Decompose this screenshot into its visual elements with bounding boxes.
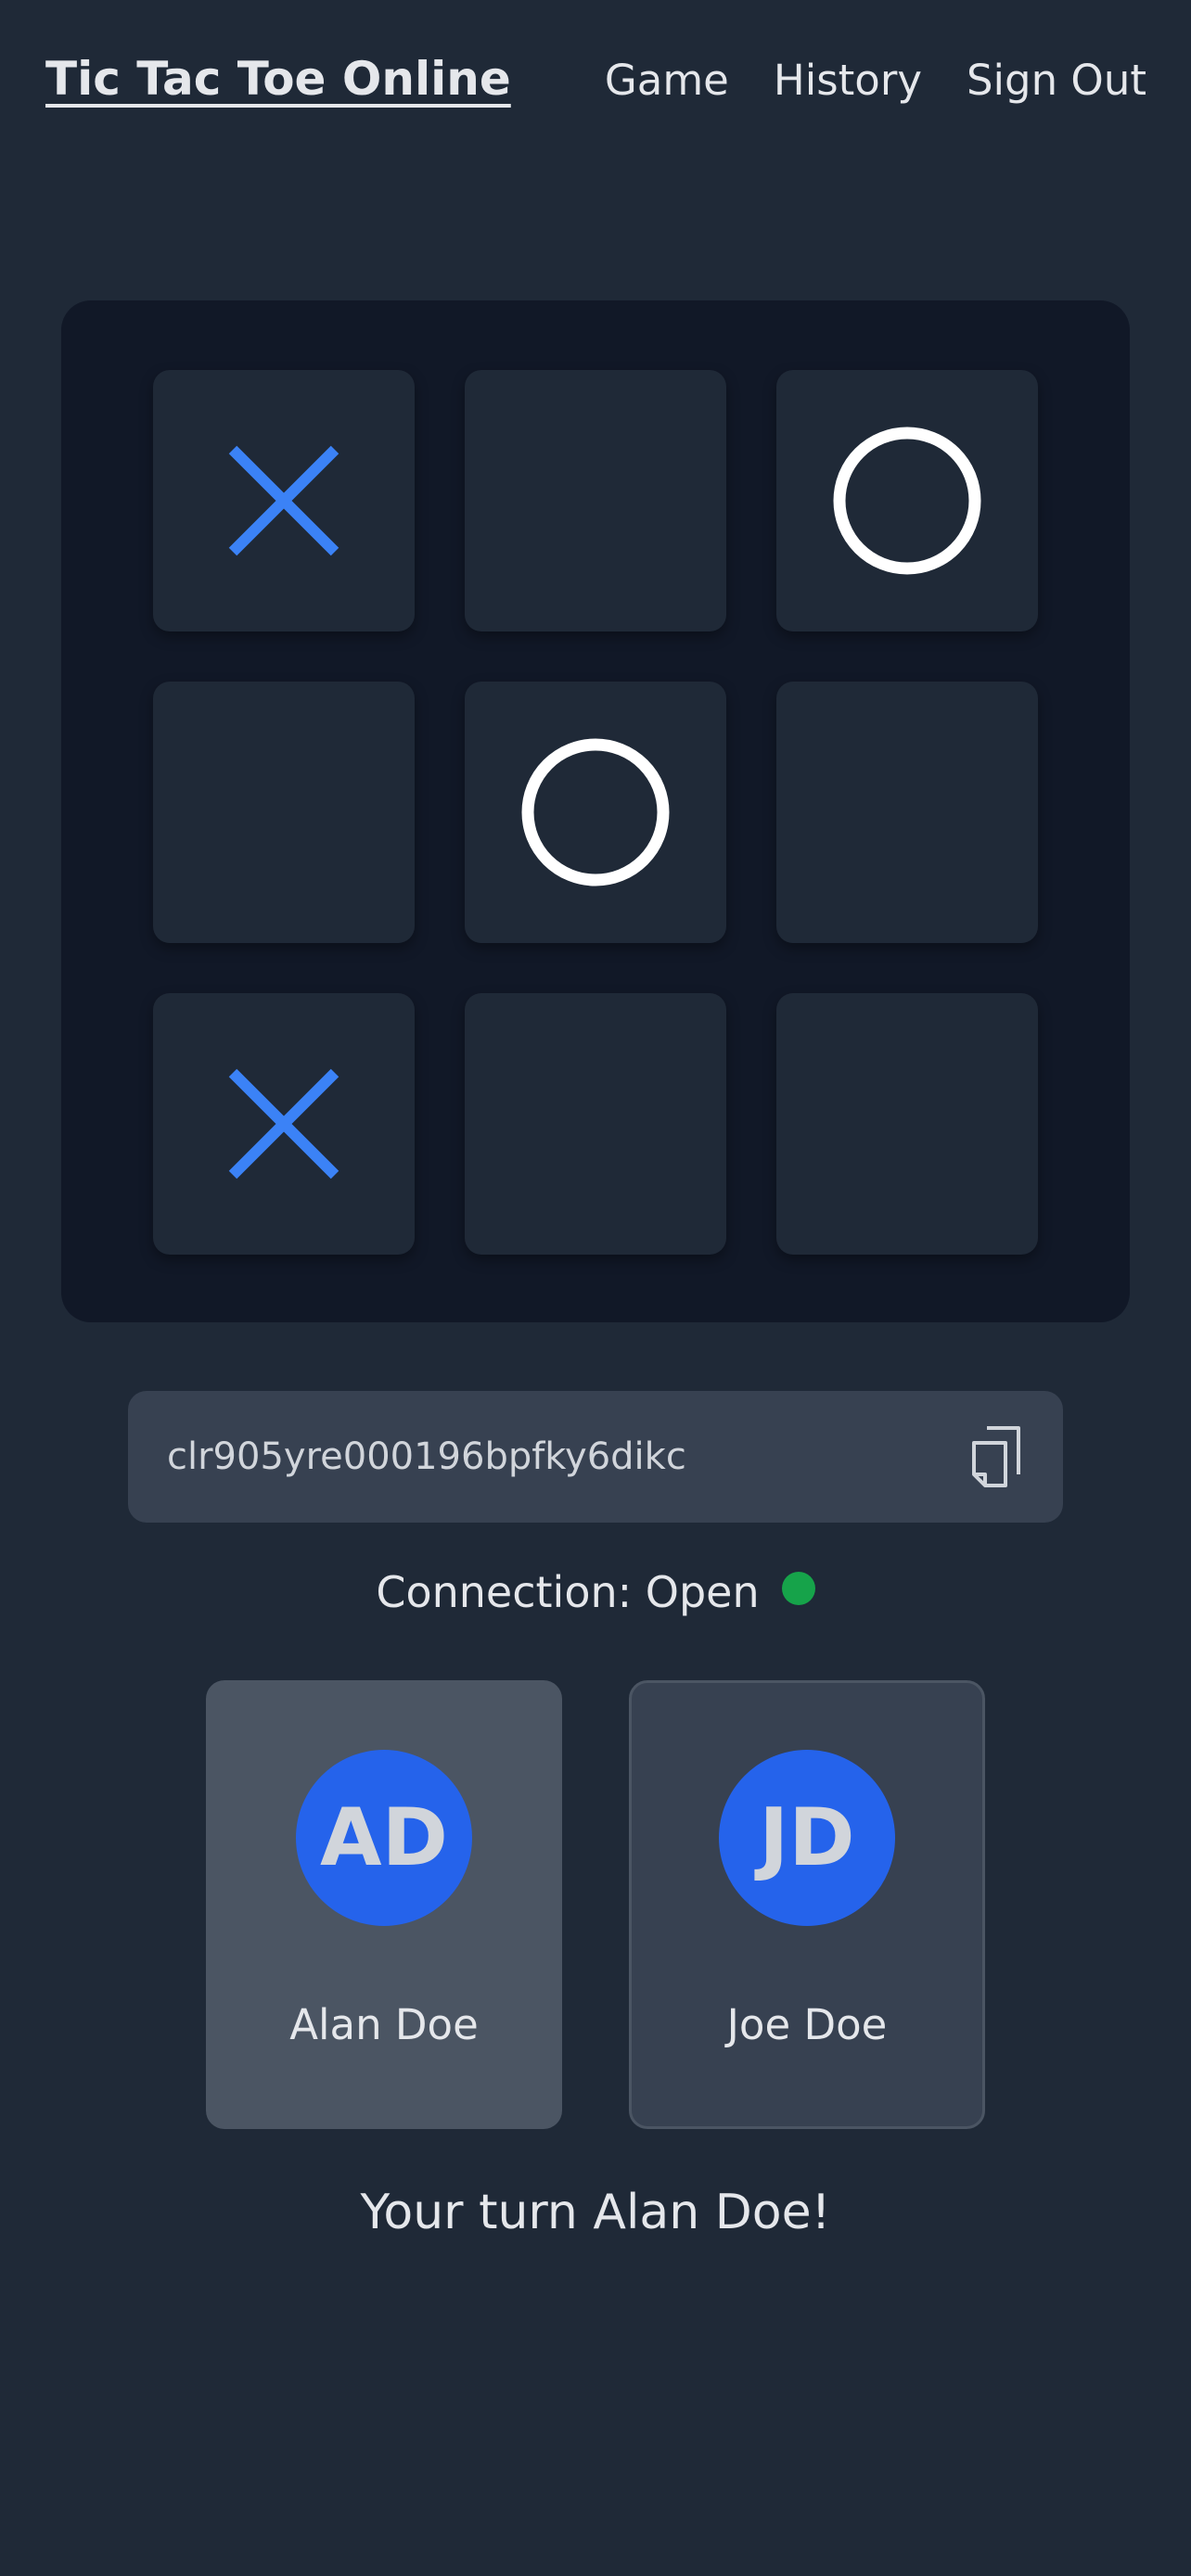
turn-status: Your turn Alan Doe! [360,2185,831,2240]
nav-history-link[interactable]: History [774,56,922,105]
connection-label: Connection: Open [376,1567,760,1617]
board-cell-1[interactable] [153,370,415,631]
nav-sign-out-link[interactable]: Sign Out [967,56,1146,105]
copy-icon[interactable] [968,1424,1024,1489]
board-cell-8[interactable] [465,993,726,1255]
board-cell-3[interactable] [776,370,1038,631]
player-name: Joe Doe [726,2000,888,2049]
avatar: AD [296,1750,472,1926]
board-cell-6[interactable] [776,682,1038,943]
game-board [61,300,1130,1322]
board-cell-4[interactable] [153,682,415,943]
app-header: Tic Tac Toe Online Game History Sign Out [0,0,1191,167]
board-cell-5[interactable] [465,682,726,943]
player-card-1: AD Alan Doe [206,1680,562,2129]
x-mark-icon [228,445,339,556]
connection-indicator-dot [781,1572,815,1605]
nav-bar: Game History Sign Out [605,56,1146,105]
avatar: JD [719,1750,895,1926]
x-mark-icon [228,1068,339,1180]
o-mark-icon [833,427,981,575]
brand-link[interactable]: Tic Tac Toe Online [45,52,511,106]
o-mark-icon [521,738,670,886]
board-cell-9[interactable] [776,993,1038,1255]
board-cell-2[interactable] [465,370,726,631]
game-id-value: clr905yre000196bpfky6dikc [167,1435,686,1478]
player-card-2: JD Joe Doe [629,1680,985,2129]
game-id-field: clr905yre000196bpfky6dikc [128,1391,1063,1523]
connection-status: Connection: Open [0,1567,1191,1617]
board-cell-7[interactable] [153,993,415,1255]
nav-game-link[interactable]: Game [605,56,729,105]
player-name: Alan Doe [289,2000,479,2049]
